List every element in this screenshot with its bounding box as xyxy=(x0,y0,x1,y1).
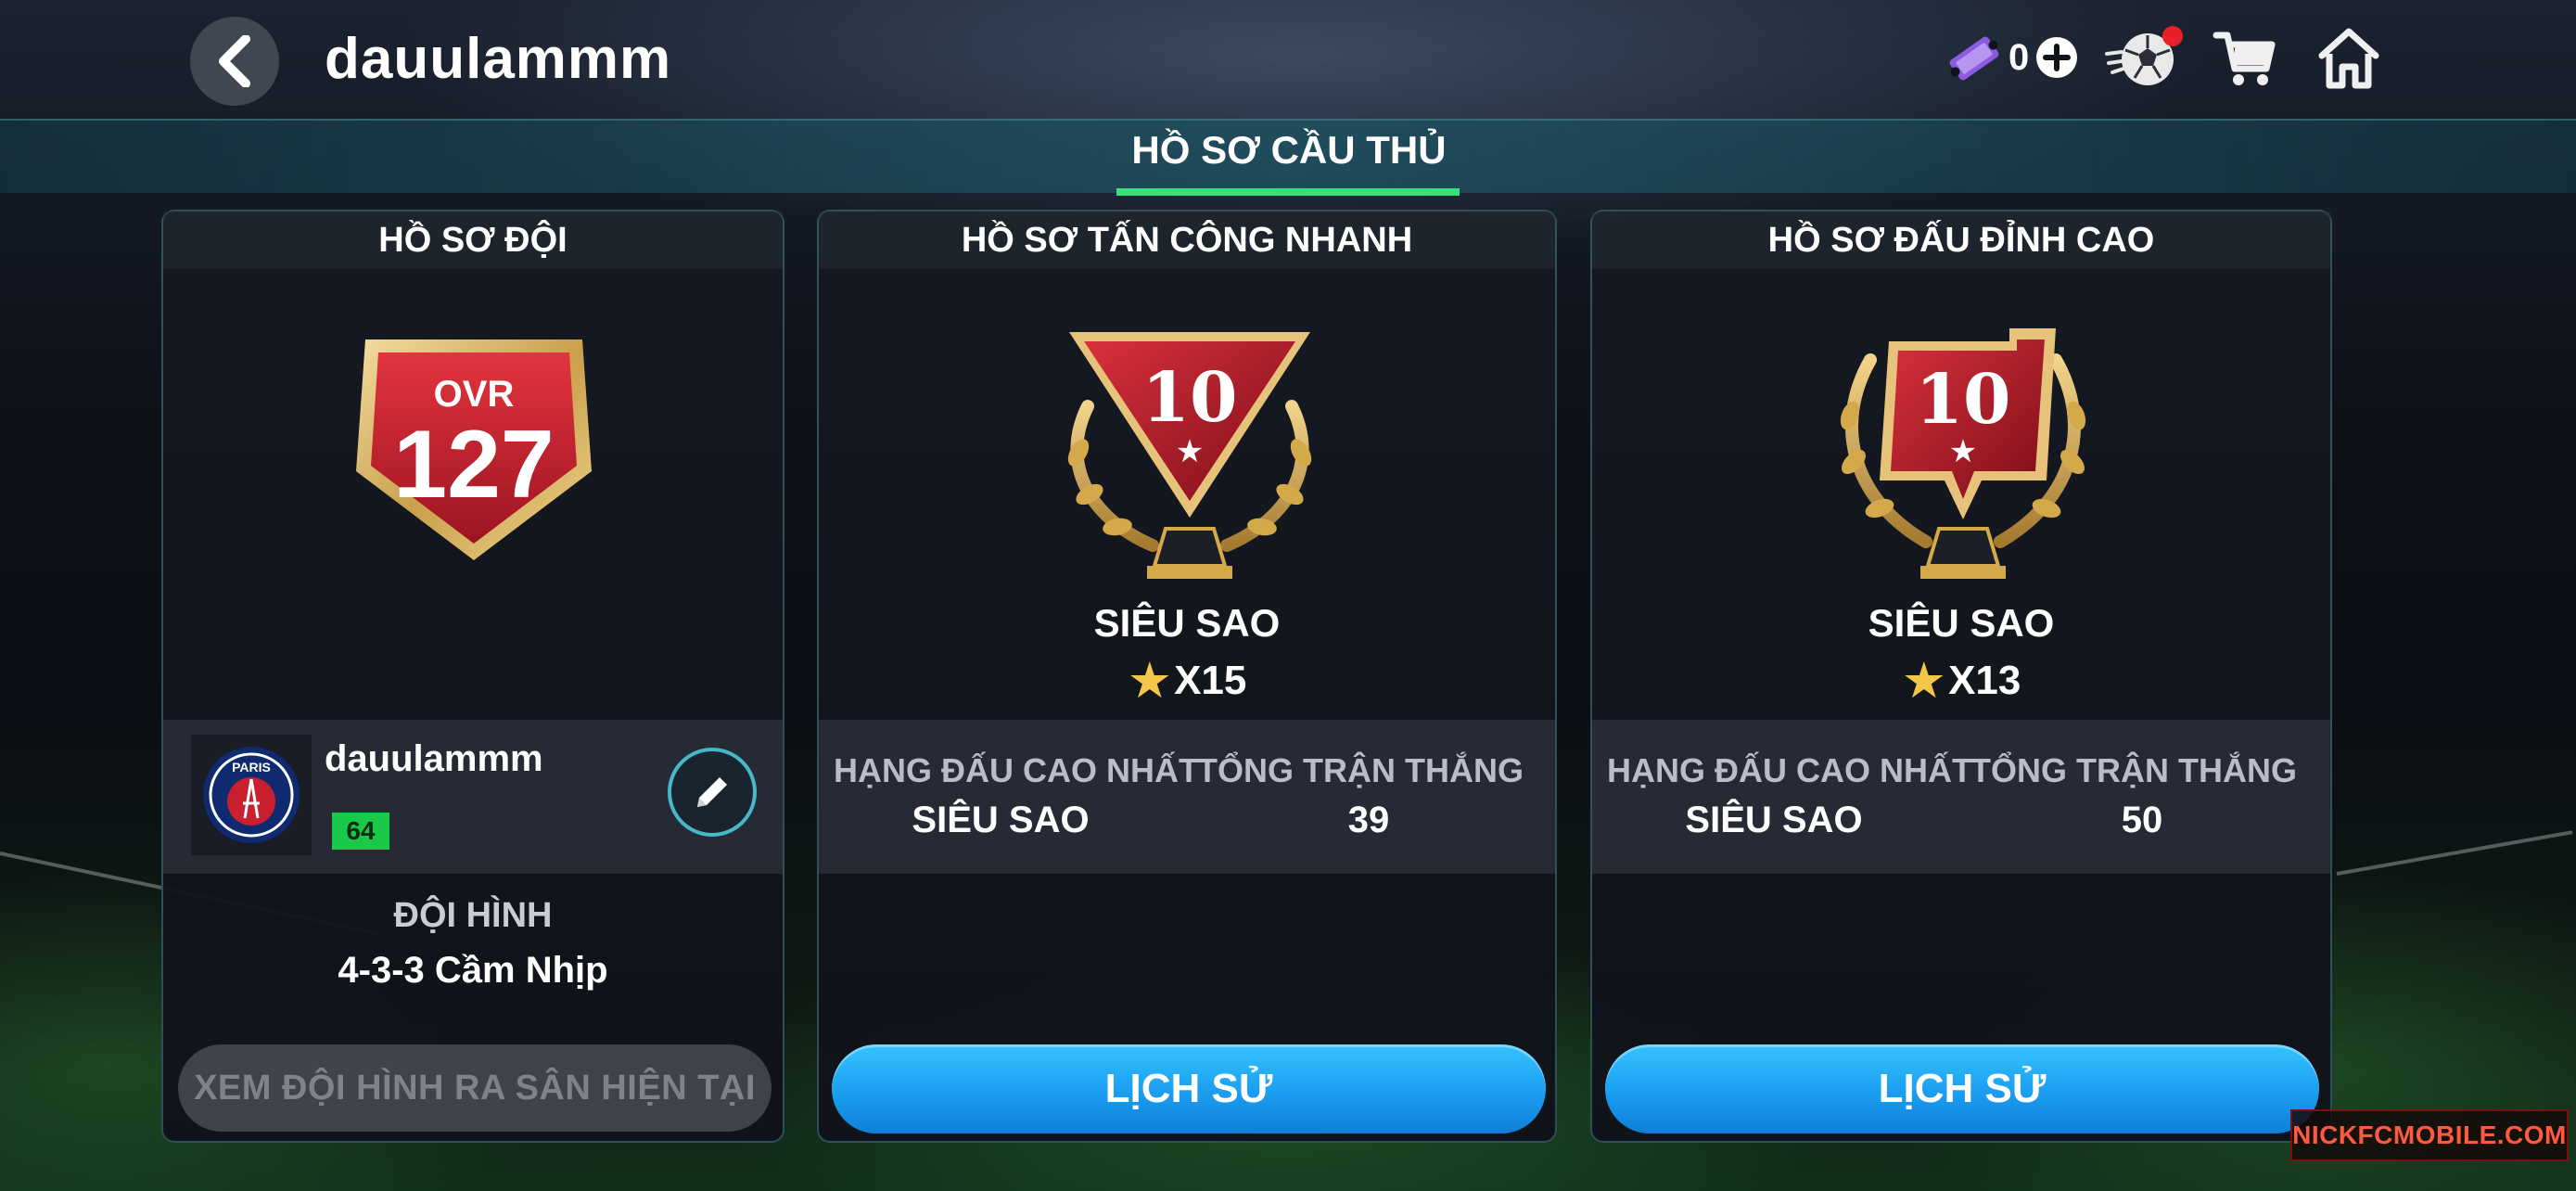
fast-attack-history-button[interactable]: LỊCH SỬ xyxy=(832,1044,1546,1133)
highest-league-value: SIÊU SAO xyxy=(912,800,1090,840)
ovr-value: 127 xyxy=(393,411,555,519)
fast-attack-profile-card: HỒ SƠ TẤN CÔNG NHANH 10 ★ SIÊU SAO ★X15 … xyxy=(817,210,1557,1143)
view-current-lineup-button[interactable]: XEM ĐỘI HÌNH RA SÂN HIỆN TẠI xyxy=(178,1044,772,1132)
top-match-stats: HẠNG ĐẤU CAO NHẤT TỔNG TRẬN THẮNG SIÊU S… xyxy=(1592,720,2330,874)
team-profile-card: HỒ SƠ ĐỘI OVR 127 PARIS dauulammm 64 ĐỘI… xyxy=(161,210,784,1143)
svg-text:★: ★ xyxy=(1176,433,1204,470)
edit-team-button[interactable] xyxy=(668,748,757,837)
superstar-trophy-icon: 10 ★ xyxy=(1840,328,2086,579)
total-wins-label: TỔNG TRẬN THẮNG xyxy=(1197,751,1524,789)
ovr-badge: OVR 127 xyxy=(356,339,592,560)
fast-attack-stats: HẠNG ĐẤU CAO NHẤT TỔNG TRẬN THẮNG SIÊU S… xyxy=(819,720,1555,874)
team-profile-title: HỒ SƠ ĐỘI xyxy=(163,211,783,269)
pitch-line xyxy=(2336,830,2573,876)
highest-league-label: HẠNG ĐẤU CAO NHẤT xyxy=(834,751,1199,789)
add-currency-button[interactable] xyxy=(2036,37,2077,78)
club-logo: PARIS xyxy=(191,735,312,855)
top-match-title: HỒ SƠ ĐẤU ĐỈNH CAO xyxy=(1592,211,2330,269)
top-bar: dauulammm 0 xyxy=(0,0,2576,119)
notification-dot xyxy=(2162,26,2183,46)
cart-icon[interactable] xyxy=(2213,26,2277,91)
svg-text:★: ★ xyxy=(1949,433,1977,470)
trophy-number: 10 xyxy=(1916,360,2011,440)
formation-label: ĐỘI HÌNH xyxy=(393,896,553,935)
club-rating-badge: 64 xyxy=(332,813,389,850)
club-row: PARIS dauulammm 64 xyxy=(163,720,783,874)
current-rank: SIÊU SAO xyxy=(1093,601,1281,645)
total-wins-value: 50 xyxy=(2121,800,2163,840)
pencil-icon xyxy=(697,777,727,807)
back-button[interactable] xyxy=(190,17,279,106)
superstar-trophy-icon: 10 ★ xyxy=(1067,332,1312,579)
ovr-label: OVR xyxy=(434,374,515,415)
ticket-count: 0 xyxy=(2009,37,2030,78)
star-count: ★X13 xyxy=(1592,651,2330,710)
star-icon: ★ xyxy=(1901,653,1947,709)
top-match-profile-card: HỒ SƠ ĐẤU ĐỈNH CAO 10 ★ SIÊU SAO ★X13 HẠ… xyxy=(1590,210,2332,1143)
watermark: NICKFCMOBILE.COM xyxy=(2290,1109,2569,1161)
active-tab-indicator xyxy=(1116,188,1460,196)
trophy-number: 10 xyxy=(1142,358,1238,438)
star-count: ★X15 xyxy=(819,651,1555,710)
total-wins-value: 39 xyxy=(1347,800,1390,840)
username-title: dauulammm xyxy=(325,27,672,91)
star-icon: ★ xyxy=(1127,653,1173,709)
fast-attack-title: HỒ SƠ TẤN CÔNG NHANH xyxy=(819,211,1555,269)
top-match-history-button[interactable]: LỊCH SỬ xyxy=(1605,1044,2319,1133)
ticket-icon[interactable] xyxy=(1945,26,2003,91)
svg-text:PARIS: PARIS xyxy=(232,760,271,775)
home-icon[interactable] xyxy=(2316,26,2381,91)
formation-value: 4-3-3 Cầm Nhịp xyxy=(338,950,608,991)
highest-league-value: SIÊU SAO xyxy=(1685,800,1863,840)
star-count-value: X13 xyxy=(1948,658,2021,703)
current-rank: SIÊU SAO xyxy=(1868,601,2055,645)
plus-icon xyxy=(2043,44,2071,71)
star-count-value: X15 xyxy=(1174,658,1247,703)
total-wins-label: TỔNG TRẬN THẮNG xyxy=(1970,751,2297,789)
club-name: dauulammm xyxy=(325,738,543,779)
highest-league-label: HẠNG ĐẤU CAO NHẤT xyxy=(1607,751,1972,789)
tab-player-profile[interactable]: HỒ SƠ CẦU THỦ xyxy=(1103,128,1474,173)
chevron-left-icon xyxy=(219,35,250,87)
